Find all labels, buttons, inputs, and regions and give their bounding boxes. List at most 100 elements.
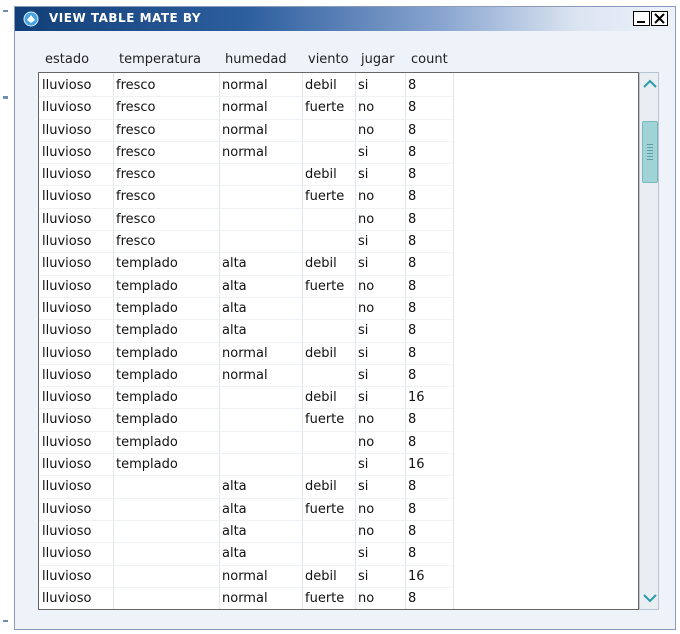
table-row[interactable]: lluvioso templado debil si 16 bbox=[39, 387, 453, 410]
cell-temperatura: templado bbox=[113, 454, 219, 477]
cell-count: 8 bbox=[405, 209, 453, 232]
cell-jugar: si bbox=[355, 476, 405, 499]
cell-viento bbox=[302, 521, 355, 544]
cell-temperatura: fresco bbox=[113, 164, 219, 187]
column-header-humedad[interactable]: humedad bbox=[221, 50, 304, 70]
cell-temperatura: fresco bbox=[113, 231, 219, 254]
table-row[interactable]: lluvioso templado no 8 bbox=[39, 432, 453, 455]
cell-viento: debil bbox=[302, 566, 355, 588]
table-row[interactable]: lluvioso fresco normal debil si 8 bbox=[39, 75, 453, 98]
table-row[interactable]: lluvioso templado alta debil si 8 bbox=[39, 253, 453, 276]
cell-temperatura bbox=[113, 543, 219, 566]
table-row[interactable]: lluvioso templado alta si 8 bbox=[39, 320, 453, 343]
grip-icon bbox=[647, 144, 653, 162]
cell-temperatura: fresco bbox=[113, 97, 219, 120]
cell-count: 8 bbox=[405, 120, 453, 142]
cell-estado: lluvioso bbox=[39, 276, 113, 298]
table-row[interactable]: lluvioso fresco debil si 8 bbox=[39, 164, 453, 187]
cell-temperatura bbox=[113, 588, 219, 609]
table-row[interactable]: lluvioso templado alta fuerte no 8 bbox=[39, 276, 453, 298]
scroll-thumb[interactable] bbox=[642, 121, 658, 183]
cell-temperatura: templado bbox=[113, 365, 219, 388]
table-row[interactable]: lluvioso templado alta no 8 bbox=[39, 298, 453, 321]
table-row[interactable]: lluvioso normal debil si 16 bbox=[39, 566, 453, 588]
table-row[interactable]: lluvioso templado normal si 8 bbox=[39, 365, 453, 388]
cell-jugar: si bbox=[355, 543, 405, 566]
table-row[interactable]: lluvioso normal fuerte no 8 bbox=[39, 588, 453, 609]
chevron-up-icon[interactable] bbox=[642, 77, 658, 91]
cell-estado: lluvioso bbox=[39, 120, 113, 142]
table-row[interactable]: lluvioso alta debil si 8 bbox=[39, 476, 453, 499]
table-row[interactable]: lluvioso templado fuerte no 8 bbox=[39, 409, 453, 432]
cell-jugar: no bbox=[355, 409, 405, 432]
cell-count: 8 bbox=[405, 186, 453, 209]
cell-humedad bbox=[219, 186, 302, 209]
cell-estado: lluvioso bbox=[39, 75, 113, 98]
cell-temperatura: fresco bbox=[113, 186, 219, 209]
chevron-down-icon[interactable] bbox=[642, 591, 658, 605]
app-icon bbox=[23, 11, 39, 27]
cell-viento bbox=[302, 320, 355, 343]
cell-count: 8 bbox=[405, 164, 453, 187]
cell-viento: fuerte bbox=[302, 276, 355, 298]
cell-jugar: si bbox=[355, 387, 405, 410]
cell-humedad: normal bbox=[219, 588, 302, 609]
cell-viento: debil bbox=[302, 343, 355, 365]
column-header-viento[interactable]: viento bbox=[304, 50, 357, 70]
cell-jugar: si bbox=[355, 454, 405, 477]
cell-temperatura bbox=[113, 566, 219, 588]
cell-temperatura: templado bbox=[113, 432, 219, 455]
column-header-temperatura[interactable]: temperatura bbox=[115, 50, 221, 70]
cell-viento: fuerte bbox=[302, 499, 355, 521]
cell-estado: lluvioso bbox=[39, 231, 113, 254]
cell-humedad bbox=[219, 432, 302, 455]
table-row[interactable]: lluvioso fresco no 8 bbox=[39, 209, 453, 232]
cell-humedad: alta bbox=[219, 253, 302, 276]
cell-viento: debil bbox=[302, 164, 355, 187]
cell-estado: lluvioso bbox=[39, 298, 113, 321]
column-header-jugar[interactable]: jugar bbox=[357, 50, 407, 70]
cell-temperatura bbox=[113, 499, 219, 521]
table-row[interactable]: lluvioso alta fuerte no 8 bbox=[39, 499, 453, 521]
cell-humedad: normal bbox=[219, 343, 302, 365]
cell-viento bbox=[302, 454, 355, 477]
table-row[interactable]: lluvioso fresco normal no 8 bbox=[39, 120, 453, 142]
cell-jugar: no bbox=[355, 588, 405, 609]
cell-jugar: si bbox=[355, 231, 405, 254]
title-bar[interactable]: VIEW TABLE MATE BY bbox=[15, 7, 675, 31]
vertical-scrollbar[interactable] bbox=[639, 72, 659, 610]
cell-humedad: alta bbox=[219, 543, 302, 566]
table-row[interactable]: lluvioso alta si 8 bbox=[39, 543, 453, 566]
table-row[interactable]: lluvioso fresco normal si 8 bbox=[39, 142, 453, 165]
cell-count: 16 bbox=[405, 387, 453, 410]
cell-humedad: normal bbox=[219, 142, 302, 165]
cell-humedad: alta bbox=[219, 298, 302, 321]
cell-count: 8 bbox=[405, 231, 453, 254]
minimize-button[interactable] bbox=[633, 11, 650, 26]
table-row[interactable]: lluvioso alta no 8 bbox=[39, 521, 453, 544]
table-row[interactable]: lluvioso fresco normal fuerte no 8 bbox=[39, 97, 453, 120]
data-table[interactable]: lluvioso fresco normal debil si 8 lluvioso fres… bbox=[38, 72, 639, 610]
cell-viento bbox=[302, 432, 355, 455]
cell-humedad: alta bbox=[219, 320, 302, 343]
table-header: estado temperatura humedad viento jugar … bbox=[41, 50, 455, 70]
table-row[interactable]: lluvioso fresco fuerte no 8 bbox=[39, 186, 453, 209]
window-title: VIEW TABLE MATE BY bbox=[49, 11, 202, 25]
cell-viento: debil bbox=[302, 476, 355, 499]
cell-estado: lluvioso bbox=[39, 588, 113, 609]
cell-viento: debil bbox=[302, 75, 355, 98]
cell-count: 8 bbox=[405, 521, 453, 544]
cell-humedad: alta bbox=[219, 499, 302, 521]
table-row[interactable]: lluvioso templado normal debil si 8 bbox=[39, 343, 453, 365]
column-header-estado[interactable]: estado bbox=[41, 50, 115, 70]
table-row[interactable]: lluvioso templado si 16 bbox=[39, 454, 453, 477]
cell-jugar: si bbox=[355, 253, 405, 276]
cell-count: 8 bbox=[405, 343, 453, 365]
cell-humedad bbox=[219, 231, 302, 254]
cell-humedad bbox=[219, 387, 302, 410]
close-button[interactable] bbox=[651, 11, 668, 26]
cell-viento: fuerte bbox=[302, 186, 355, 209]
column-header-count[interactable]: count bbox=[407, 50, 455, 70]
table-row[interactable]: lluvioso fresco si 8 bbox=[39, 231, 453, 254]
cell-temperatura: fresco bbox=[113, 75, 219, 98]
